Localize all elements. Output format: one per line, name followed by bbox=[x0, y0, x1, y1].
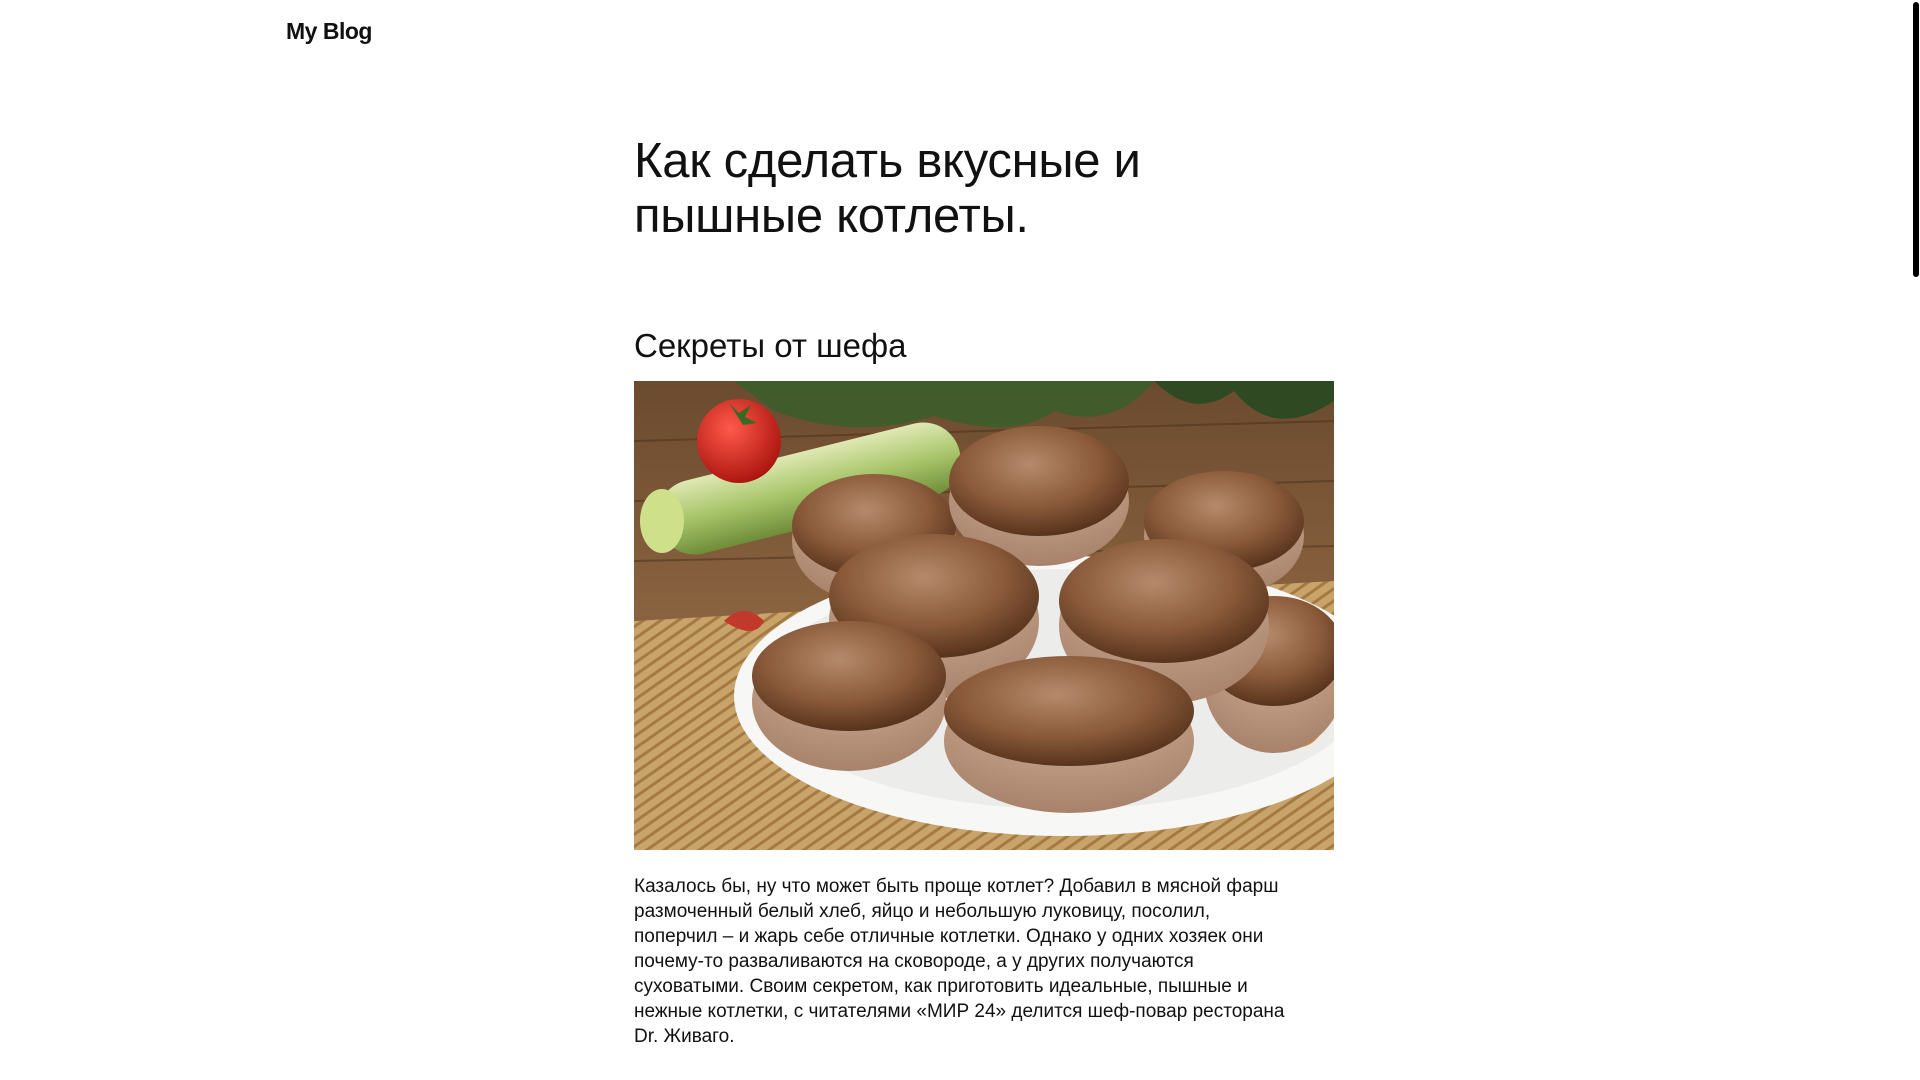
post-title: Как сделать вкусные и пышные котлеты. bbox=[634, 134, 1141, 243]
site-header: My Blog bbox=[286, 18, 372, 45]
site-title-link[interactable]: My Blog bbox=[286, 18, 372, 44]
section-heading: Секреты от шефа bbox=[634, 327, 907, 364]
article-image bbox=[634, 381, 1334, 850]
post-paragraph: Казалось бы, ну что может быть проще кот… bbox=[634, 876, 1285, 1047]
article: Как сделать вкусные и пышные котлеты. Се… bbox=[634, 134, 1334, 1049]
vertical-scrollbar[interactable] bbox=[1912, 0, 1920, 1080]
scrollbar-thumb[interactable] bbox=[1913, 2, 1919, 277]
